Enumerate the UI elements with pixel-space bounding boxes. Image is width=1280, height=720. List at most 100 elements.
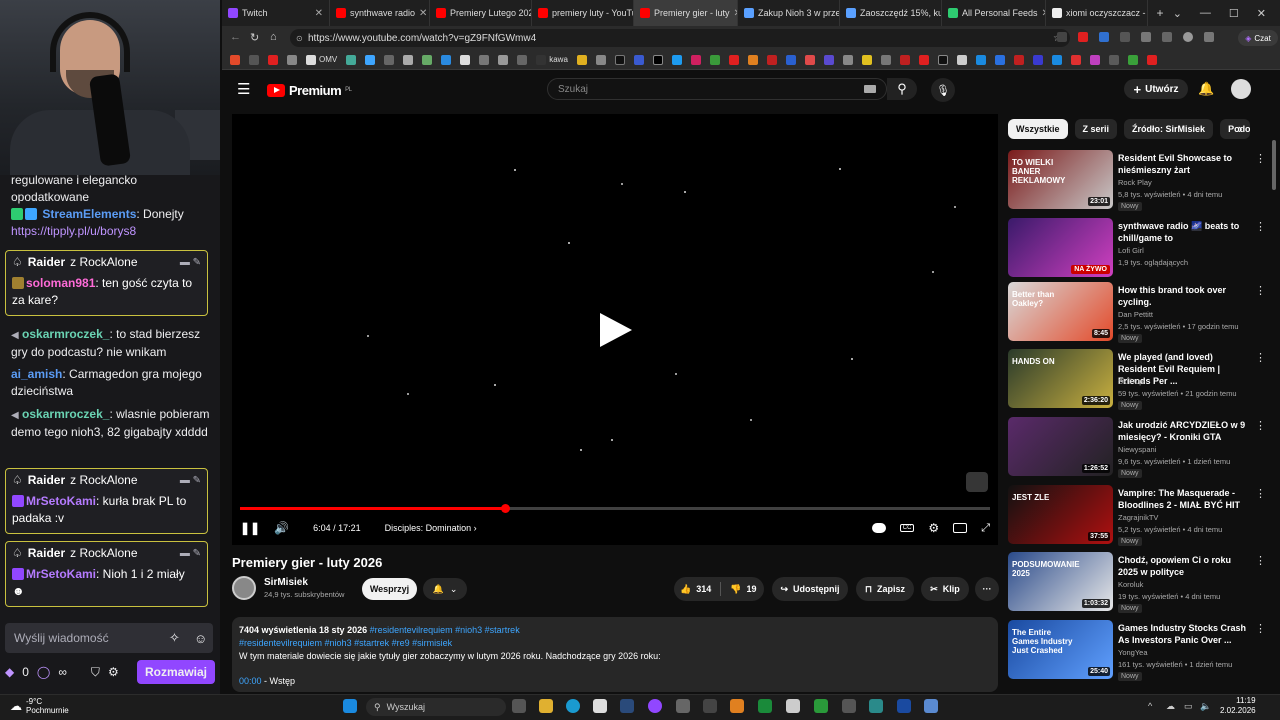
bookmark-icon[interactable]: [880, 54, 891, 65]
channel-name[interactable]: SirMisiek: [264, 577, 344, 588]
extension-icon[interactable]: [1057, 32, 1067, 42]
recommended-video[interactable]: HANDS ON 2:36:20 We played (and loved) Res…: [1008, 349, 1270, 410]
bookmark-icon[interactable]: [614, 54, 625, 65]
close-icon[interactable]: ✕: [419, 8, 427, 19]
bookmark-icon[interactable]: [517, 54, 528, 65]
speaker-icon[interactable]: 🔈: [1200, 701, 1211, 712]
tray-chevron-up-icon[interactable]: ^: [1148, 701, 1152, 711]
bookmark-icon[interactable]: [1089, 54, 1100, 65]
description-hashtags[interactable]: #residentevilrequiem #nioh3 #startrek #r…: [239, 637, 991, 650]
video-thumbnail[interactable]: PODSUMOWANIE 2025 1:03:32: [1008, 552, 1113, 611]
maximize-icon[interactable]: ☐: [1229, 7, 1239, 20]
recommended-video[interactable]: JEST ZLE 37:55 Vampire: The Masquerade - B…: [1008, 485, 1270, 546]
recommended-title[interactable]: Resident Evil Showcase to nieśmieszny ża…: [1118, 152, 1253, 176]
browser-tab[interactable]: Twitch ✕: [222, 0, 330, 26]
menu-icon[interactable]: [1204, 32, 1214, 42]
extension-icon[interactable]: [1141, 32, 1151, 42]
bookmark-icon[interactable]: [633, 54, 644, 65]
file-explorer-icon[interactable]: [539, 699, 553, 713]
chat-username[interactable]: StreamElements: [42, 207, 136, 221]
bookmark-icon[interactable]: [1146, 54, 1157, 65]
url-field[interactable]: ⊙ https://www.youtube.com/watch?v=gZ9FNf…: [290, 29, 1070, 47]
video-thumbnail[interactable]: NA ŻYWO: [1008, 218, 1113, 277]
support-button[interactable]: Wesprzyj: [362, 578, 417, 600]
x-icon[interactable]: [652, 54, 663, 65]
bookmark-icon[interactable]: [249, 54, 259, 65]
channel-points-icon[interactable]: ◯: [37, 665, 50, 679]
bookmark-icon[interactable]: [230, 54, 240, 65]
more-actions-button[interactable]: ···: [975, 577, 999, 601]
recommended-title[interactable]: Chodź, opowiem Ci o roku 2025 w polityce: [1118, 554, 1253, 578]
shield-icon[interactable]: ⛉: [91, 665, 100, 680]
save-button[interactable]: ⊓ Zapisz: [856, 577, 914, 601]
app-icon[interactable]: [593, 699, 607, 713]
emoji-icon[interactable]: ☺: [194, 631, 207, 646]
more-vertical-icon[interactable]: ⋮: [1255, 554, 1266, 567]
chip-source[interactable]: Źródło: SirMisiek: [1124, 119, 1214, 139]
recommended-video[interactable]: TO WIELKI BANER REKLAMOWY 23:01 Resident E…: [1008, 150, 1270, 211]
chat-username[interactable]: oskarmroczek_: [22, 407, 109, 421]
fullscreen-icon[interactable]: ⤢: [981, 522, 990, 535]
more-vertical-icon[interactable]: ⋮: [1255, 487, 1266, 500]
dislike-button[interactable]: 👎 19: [730, 584, 756, 595]
reload-icon[interactable]: ↻: [250, 31, 259, 44]
copilot-button[interactable]: ◈ Czat: [1238, 30, 1278, 46]
recommended-video[interactable]: 1:26:52 Jak urodzić ARCYDZIEŁO w 9 miesię…: [1008, 417, 1270, 478]
recommended-title[interactable]: How this brand took over cycling.: [1118, 284, 1253, 308]
app-icon[interactable]: [786, 699, 800, 713]
home-icon[interactable]: ⌂: [270, 31, 277, 43]
browser-tab[interactable]: xiomi oczyszczacz - S✕: [1046, 0, 1148, 26]
subscription-bell-button[interactable]: 🔔 ⌄: [423, 578, 467, 600]
minimize-icon[interactable]: —: [1200, 7, 1211, 19]
chat-link[interactable]: https://tipply.pl/u/borys8: [11, 224, 136, 238]
bookmark-icon[interactable]: [937, 54, 948, 65]
close-icon[interactable]: ✕: [315, 8, 323, 19]
like-button[interactable]: 👍 314: [680, 584, 711, 595]
video-thumbnail[interactable]: HANDS ON 2:36:20: [1008, 349, 1113, 408]
browser-tab[interactable]: Zakup Nioh 3 w przed✕: [738, 0, 840, 26]
recommended-video[interactable]: The Entire Games Industry Just Crashed 25…: [1008, 620, 1270, 681]
extension-icon[interactable]: [1078, 32, 1088, 42]
recommended-video[interactable]: Better than Oakley? 8:45 How this brand to…: [1008, 282, 1270, 343]
bookmark-icon[interactable]: [479, 54, 490, 65]
site-info-icon[interactable]: ⊙: [296, 34, 303, 43]
bookmark-icon[interactable]: [994, 54, 1005, 65]
bookmark-icon[interactable]: [346, 54, 357, 65]
browser-tab[interactable]: Premiery Lutego 2026✕: [430, 0, 532, 26]
bookmark-icon[interactable]: [1032, 54, 1043, 65]
video-thumbnail[interactable]: TO WIELKI BANER REKLAMOWY 23:01: [1008, 150, 1113, 209]
extension-icon[interactable]: [1162, 32, 1172, 42]
bookmark-icon[interactable]: [576, 54, 587, 65]
bookmark-icon[interactable]: [1070, 54, 1081, 65]
share-button[interactable]: ↪ Udostępnij: [772, 577, 848, 601]
bookmark-icon[interactable]: [918, 54, 929, 65]
steam-icon[interactable]: [620, 699, 634, 713]
bookmark-icon[interactable]: [899, 54, 910, 65]
twitch-app-icon[interactable]: [648, 699, 662, 713]
bookmark-icon[interactable]: [842, 54, 853, 65]
start-menu-icon[interactable]: [343, 699, 357, 713]
extension-icon[interactable]: [1099, 32, 1109, 42]
new-tab-icon[interactable]: +: [1148, 0, 1172, 26]
volume-icon[interactable]: 🔊: [274, 521, 289, 535]
recommended-channel[interactable]: YongYea: [1118, 648, 1147, 657]
video-description[interactable]: 7404 wyświetlenia 18 sty 2026 #residente…: [232, 617, 998, 692]
clip-button[interactable]: ✂ Klip: [921, 577, 969, 601]
chip-all[interactable]: Wszystkie: [1008, 119, 1068, 139]
recommended-channel[interactable]: Koroluk: [1118, 580, 1143, 589]
account-avatar[interactable]: [1231, 79, 1251, 99]
chat-username[interactable]: ai_amish: [11, 367, 62, 381]
app-icon[interactable]: [676, 699, 690, 713]
voice-search-button[interactable]: 🎙: [931, 78, 955, 102]
chapter-button[interactable]: Disciples: Domination ›: [385, 523, 477, 533]
video-thumbnail[interactable]: Better than Oakley? 8:45: [1008, 282, 1113, 341]
network-icon[interactable]: ▭: [1184, 701, 1193, 712]
chat-username[interactable]: oskarmroczek_: [22, 327, 109, 341]
recommended-channel[interactable]: Dan Pettitt: [1118, 310, 1153, 319]
tab-search-icon[interactable]: ⌄: [1173, 7, 1182, 20]
bookmark-icon[interactable]: [1108, 54, 1119, 65]
bookmark-icon[interactable]: [384, 54, 395, 65]
browser-tab[interactable]: synthwave radio ✕: [330, 0, 430, 26]
search-input[interactable]: Szukaj: [547, 78, 887, 100]
recommended-channel[interactable]: Niewyspani: [1118, 445, 1156, 454]
